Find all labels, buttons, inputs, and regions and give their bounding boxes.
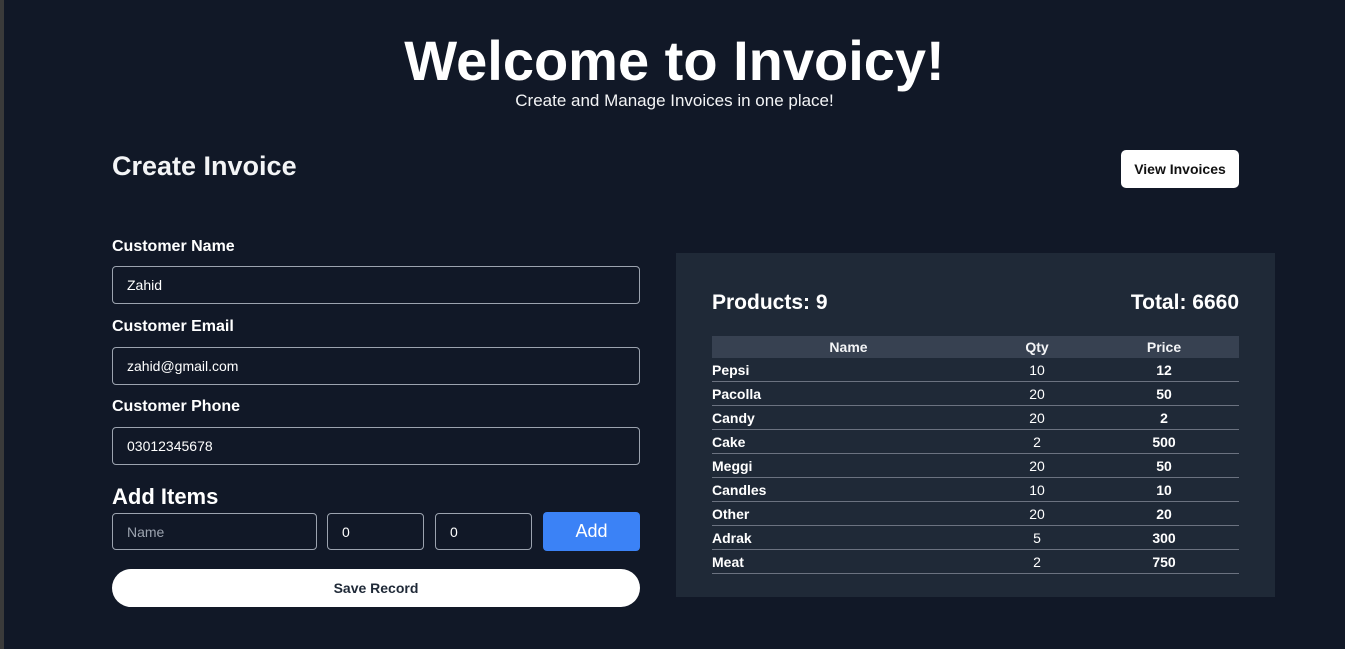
page-subtitle: Create and Manage Invoices in one place! [515, 91, 834, 110]
item-name-cell: Meggi [712, 453, 985, 478]
item-qty-cell: 10 [985, 358, 1089, 382]
save-record-button[interactable]: Save Record [112, 569, 640, 607]
create-invoice-heading: Create Invoice [112, 151, 297, 181]
customer-name-input[interactable] [112, 266, 640, 304]
table-row: Meggi 20 50 [712, 453, 1239, 478]
item-name-cell: Cake [712, 429, 985, 454]
item-qty-cell: 20 [985, 501, 1089, 526]
invoice-summary-panel: Products: 9 Total: 6660 Name Qty Price P… [676, 253, 1275, 597]
table-row: Adrak 5 300 [712, 525, 1239, 550]
table-row: Meat 2 750 [712, 549, 1239, 574]
items-table-header: Name Qty Price [712, 336, 1239, 358]
item-price-cell: 10 [1089, 477, 1239, 502]
item-qty-cell: 20 [985, 381, 1089, 406]
item-name-cell: Adrak [712, 525, 985, 550]
item-qty-cell: 2 [985, 549, 1089, 574]
app-root: Welcome to Invoicy! Create and Manage In… [4, 0, 1345, 649]
item-name-cell: Pacolla [712, 381, 985, 406]
item-name-cell: Candy [712, 405, 985, 430]
page-title: Welcome to Invoicy! [404, 29, 945, 92]
item-name-cell: Pepsi [712, 358, 985, 382]
items-table: Name Qty Price Pepsi 10 12 Pacolla 20 50… [712, 336, 1239, 574]
item-qty-cell: 20 [985, 453, 1089, 478]
item-qty-input[interactable] [327, 513, 424, 550]
customer-name-label: Customer Name [112, 238, 235, 255]
item-price-cell: 50 [1089, 453, 1239, 478]
item-qty-cell: 2 [985, 429, 1089, 454]
item-name-cell: Meat [712, 549, 985, 574]
table-row: Candy 20 2 [712, 405, 1239, 430]
customer-email-label: Customer Email [112, 318, 234, 335]
add-items-heading: Add Items [112, 484, 219, 509]
item-price-cell: 500 [1089, 429, 1239, 454]
customer-email-input[interactable] [112, 347, 640, 385]
column-header-name: Name [829, 339, 868, 355]
invoice-total: Total: 6660 [1130, 291, 1239, 314]
column-header-price: Price [1146, 339, 1182, 355]
item-price-cell: 12 [1089, 358, 1239, 382]
table-row: Other 20 20 [712, 501, 1239, 526]
customer-phone-label: Customer Phone [112, 398, 241, 415]
item-qty-cell: 5 [985, 525, 1089, 550]
add-item-button[interactable]: Add [543, 512, 640, 551]
table-row: Pepsi 10 12 [712, 358, 1239, 382]
item-price-input[interactable] [435, 513, 532, 550]
item-price-cell: 20 [1089, 501, 1239, 526]
item-name-input[interactable] [112, 513, 317, 550]
item-name-cell: Candles [712, 477, 985, 502]
table-row: Candles 10 10 [712, 477, 1239, 502]
column-header-qty: Qty [1025, 339, 1049, 355]
view-invoices-button[interactable]: View Invoices [1121, 150, 1239, 188]
item-name-cell: Other [712, 501, 985, 526]
table-row: Cake 2 500 [712, 429, 1239, 454]
customer-phone-input[interactable] [112, 427, 640, 465]
item-price-cell: 300 [1089, 525, 1239, 550]
item-price-cell: 50 [1089, 381, 1239, 406]
item-price-cell: 750 [1089, 549, 1239, 574]
item-price-cell: 2 [1089, 405, 1239, 430]
table-row: Pacolla 20 50 [712, 381, 1239, 406]
item-qty-cell: 20 [985, 405, 1089, 430]
products-count: Products: 9 [712, 291, 828, 314]
item-qty-cell: 10 [985, 477, 1089, 502]
